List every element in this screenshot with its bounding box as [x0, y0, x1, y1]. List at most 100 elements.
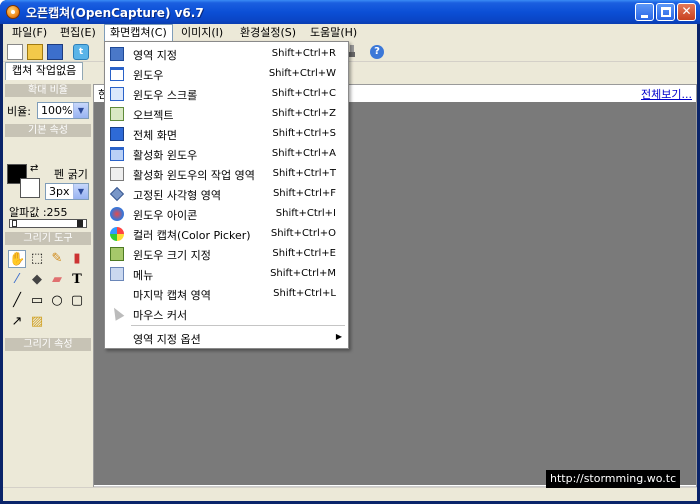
menu-item-window-size[interactable]: 윈도우 크기 지정 Shift+Ctrl+E [105, 244, 348, 264]
menu-item-fixed-rect[interactable]: 고정된 사각형 영역 Shift+Ctrl+F [105, 184, 348, 204]
alpha-slider[interactable] [9, 219, 87, 228]
swap-colors-icon[interactable]: ⇄ [30, 163, 38, 174]
active-window-icon [110, 147, 124, 161]
window-icon [110, 67, 124, 81]
close-button[interactable]: ✕ [677, 3, 696, 21]
menu-item-label: 오브젝트 [133, 109, 174, 122]
menu-item-label: 고정된 사각형 영역 [133, 189, 221, 202]
select-tool-icon[interactable]: ⬚ [28, 250, 46, 268]
chevron-down-icon[interactable]: ▼ [73, 184, 88, 199]
menu-item-window[interactable]: 윈도우 Shift+Ctrl+W [105, 64, 348, 84]
menu-item-shortcut: Shift+Ctrl+F [272, 188, 336, 199]
status-bar [3, 487, 697, 501]
menu-item-label: 영역 지정 옵션 [133, 333, 201, 346]
minimize-button[interactable] [635, 3, 654, 21]
menu-item-label: 컬러 캡쳐(Color Picker) [133, 229, 251, 242]
menu-item-scroll-window[interactable]: 윈도우 스크롤 Shift+Ctrl+C [105, 84, 348, 104]
pen-width-label: 펜 굵기 [54, 168, 88, 181]
region-icon [110, 47, 124, 61]
twitter-icon[interactable]: t [73, 44, 89, 60]
help-icon[interactable]: ? [370, 45, 384, 59]
submenu-arrow-icon: ▶ [335, 332, 342, 341]
menu-item-active-window[interactable]: 활성화 윈도우 Shift+Ctrl+A [105, 144, 348, 164]
menu-item-menu[interactable]: 메뉴 Shift+Ctrl+M [105, 264, 348, 284]
scroll-window-icon [110, 87, 124, 101]
open-folder-icon[interactable] [27, 44, 43, 60]
capture-menu-dropdown: 영역 지정 Shift+Ctrl+R 윈도우 Shift+Ctrl+W 윈도우 … [104, 41, 349, 349]
rounded-rect-tool-icon[interactable]: ▢ [68, 292, 86, 310]
menu-item-label: 활성화 윈도우의 작업 영역 [133, 169, 255, 182]
fixed-rect-icon [109, 186, 125, 202]
color-picker-icon [110, 227, 124, 241]
zoom-section-header: 확대 비율 [5, 84, 91, 97]
title-bar[interactable]: 오픈캡쳐(OpenCapture) v6.7 ✕ [0, 0, 700, 24]
menu-item-region[interactable]: 영역 지정 Shift+Ctrl+R [105, 44, 348, 64]
menu-item-object[interactable]: 오브젝트 Shift+Ctrl+Z [105, 104, 348, 124]
menu-item-mouse-cursor[interactable]: 마우스 커서 [105, 304, 348, 324]
draw-props-header: 그리기 속성 [5, 338, 91, 351]
menu-item-shortcut: Shift+Ctrl+Z [271, 108, 336, 119]
pen-width-value: 3px [49, 185, 70, 198]
zoom-select[interactable]: 100% ▼ [37, 102, 89, 119]
menu-item-shortcut: Shift+Ctrl+M [270, 268, 336, 279]
rectangle-tool-icon[interactable]: ▭ [28, 292, 46, 310]
menu-item-fullscreen[interactable]: 전체 화면 Shift+Ctrl+S [105, 124, 348, 144]
menu-item-shortcut: Shift+Ctrl+S [272, 128, 336, 139]
save-icon[interactable] [47, 44, 63, 60]
menu-file[interactable]: 파일(F) [7, 24, 52, 42]
line-tool-icon[interactable]: ╱ [8, 292, 26, 310]
menu-settings[interactable]: 환경설정(S) [235, 24, 301, 42]
view-all-link[interactable]: 전체보기... [641, 86, 692, 102]
new-file-icon[interactable] [7, 44, 23, 60]
menu-item-last-region[interactable]: 마지막 캡쳐 영역 Shift+Ctrl+L [105, 284, 348, 304]
window-size-icon [110, 247, 124, 261]
background-color-swatch[interactable] [20, 178, 40, 198]
active-client-icon [110, 167, 124, 181]
chevron-down-icon[interactable]: ▼ [73, 103, 88, 118]
eraser-tool-icon[interactable]: ▰ [48, 271, 66, 289]
menu-item-shortcut: Shift+Ctrl+R [271, 48, 336, 59]
menu-capture[interactable]: 화면캡쳐(C) [104, 24, 173, 42]
alpha-slider-thumb[interactable] [77, 220, 83, 227]
menu-help[interactable]: 도움말(H) [305, 24, 362, 42]
menu-item-shortcut: Shift+Ctrl+A [271, 148, 336, 159]
pencil-tool-icon[interactable]: ✎ [48, 250, 66, 268]
object-icon [110, 107, 124, 121]
menu-item-active-client[interactable]: 활성화 윈도우의 작업 영역 Shift+Ctrl+T [105, 164, 348, 184]
arrow-tool-icon[interactable]: ↗ [8, 313, 26, 331]
menu-item-window-icon[interactable]: 윈도우 아이콘 Shift+Ctrl+I [105, 204, 348, 224]
maximize-button[interactable] [656, 3, 675, 21]
fill-tool-icon[interactable]: ◆ [28, 271, 46, 289]
menu-image[interactable]: 이미지(I) [176, 24, 228, 42]
menu-item-region-options[interactable]: 영역 지정 옵션 ▶ [105, 328, 348, 348]
menu-item-label: 메뉴 [133, 269, 154, 282]
close-icon: ✕ [681, 4, 692, 18]
pen-width-select[interactable]: 3px ▼ [45, 183, 89, 200]
ellipse-tool-icon[interactable]: ○ [48, 292, 66, 310]
menu-item-shortcut: Shift+Ctrl+T [272, 168, 336, 179]
zoom-value: 100% [41, 104, 73, 117]
menu-item-shortcut: Shift+Ctrl+W [268, 68, 336, 79]
text-tool-icon[interactable]: T [68, 271, 86, 289]
watermark-url: http://stormming.wo.tc [546, 470, 680, 488]
menu-item-label: 윈도우 크기 지정 [133, 249, 211, 262]
menu-item-shortcut: Shift+Ctrl+L [273, 288, 336, 299]
eyedropper-tool-icon[interactable]: ⁄ [8, 271, 26, 289]
window-icon-capture-icon [110, 207, 124, 221]
marker-tool-icon[interactable]: ▮ [68, 250, 86, 268]
tab-capture-status[interactable]: 캡쳐 작업없음 [5, 62, 83, 80]
alpha-label: 알파값 :255 [9, 206, 68, 219]
mouse-cursor-icon [109, 305, 125, 321]
menu-item-label: 마우스 커서 [133, 309, 188, 322]
hand-tool-icon[interactable]: ✋ [8, 250, 26, 268]
menu-item-label: 전체 화면 [133, 129, 177, 142]
menu-item-color-picker[interactable]: 컬러 캡쳐(Color Picker) Shift+Ctrl+O [105, 224, 348, 244]
app-icon[interactable] [6, 5, 20, 19]
menu-item-shortcut: Shift+Ctrl+I [275, 208, 336, 219]
menu-item-shortcut: Shift+Ctrl+E [272, 248, 336, 259]
menu-bar: 파일(F) 편집(E) 화면캡쳐(C) 이미지(I) 환경설정(S) 도움말(H… [3, 24, 697, 42]
menu-edit[interactable]: 편집(E) [55, 24, 101, 42]
base-section-header: 기본 속성 [5, 124, 91, 137]
menu-item-label: 윈도우 아이콘 [133, 209, 198, 222]
highlighter-tool-icon[interactable]: ▨ [28, 313, 46, 331]
